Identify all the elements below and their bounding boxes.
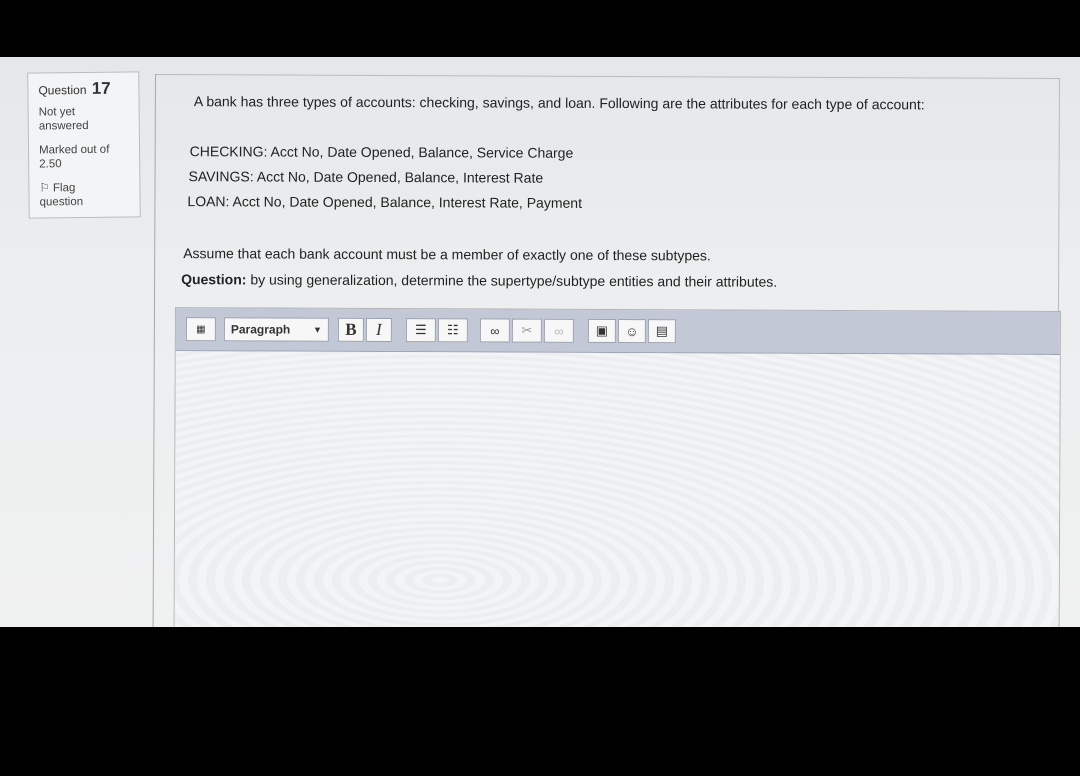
question-number: Question 17 [38, 79, 128, 100]
answer-text-area[interactable] [174, 351, 1060, 627]
question-info-box: Question 17 Not yet answered Marked out … [27, 71, 141, 219]
question-intro: A bank has three types of accounts: chec… [193, 93, 925, 113]
media-icon[interactable]: ▤ [647, 319, 676, 344]
answer-editor: ▦ Paragraph ▼ B I ☰ ☷ ∞ ✂ ∞ ▣ ☺ ▤ [173, 307, 1061, 627]
answer-status-line2: answered [38, 119, 89, 133]
flag-icon: ⚐ [39, 182, 50, 195]
question-label: Question [38, 82, 87, 98]
marks-info: Marked out of 2.50 [39, 143, 129, 172]
bold-button[interactable]: B [337, 317, 364, 342]
emoji-icon[interactable]: ☺ [617, 319, 646, 344]
answer-status: Not yet answered [39, 105, 129, 134]
unlink-icon[interactable]: ✂ [511, 318, 542, 343]
question-prompt-label: Question: [181, 271, 247, 288]
bullet-list-icon[interactable]: ☰ [405, 318, 436, 343]
loan-attributes: LOAN: Acct No, Date Opened, Balance, Int… [187, 193, 583, 211]
numbered-list-icon[interactable]: ☷ [437, 318, 468, 343]
question-prompt-text: by using generalization, determine the s… [246, 271, 778, 290]
no-link-icon[interactable]: ∞ [543, 318, 574, 343]
link-icon[interactable]: ∞ [479, 318, 510, 343]
question-prompt: Question: by using generalization, deter… [181, 271, 777, 290]
flag-line2: question [39, 196, 84, 209]
flag-line1: Flag [52, 182, 76, 195]
savings-attributes: SAVINGS: Acct No, Date Opened, Balance, … [188, 168, 544, 186]
flag-question-link[interactable]: ⚐ Flag question [39, 181, 129, 210]
answer-status-line1: Not yet [38, 106, 76, 119]
question-content: A bank has three types of accounts: chec… [152, 74, 1061, 627]
format-select[interactable]: Paragraph ▼ [223, 317, 329, 342]
format-value: Paragraph [230, 322, 291, 337]
assumption-text: Assume that each bank account must be a … [183, 245, 711, 264]
question-number-value: 17 [91, 78, 111, 98]
marks-line1: Marked out of [38, 143, 110, 157]
image-icon[interactable]: ▣ [587, 318, 616, 344]
italic-button[interactable]: I [365, 317, 392, 343]
chevron-down-icon: ▼ [312, 324, 322, 335]
editor-toolbar: ▦ Paragraph ▼ B I ☰ ☷ ∞ ✂ ∞ ▣ ☺ ▤ [175, 308, 1060, 355]
marks-line2: 2.50 [39, 158, 62, 171]
checking-attributes: CHECKING: Acct No, Date Opened, Balance,… [189, 143, 574, 161]
screen: Question 17 Not yet answered Marked out … [0, 57, 1080, 627]
toolbar-toggle-icon[interactable]: ▦ [185, 317, 216, 342]
